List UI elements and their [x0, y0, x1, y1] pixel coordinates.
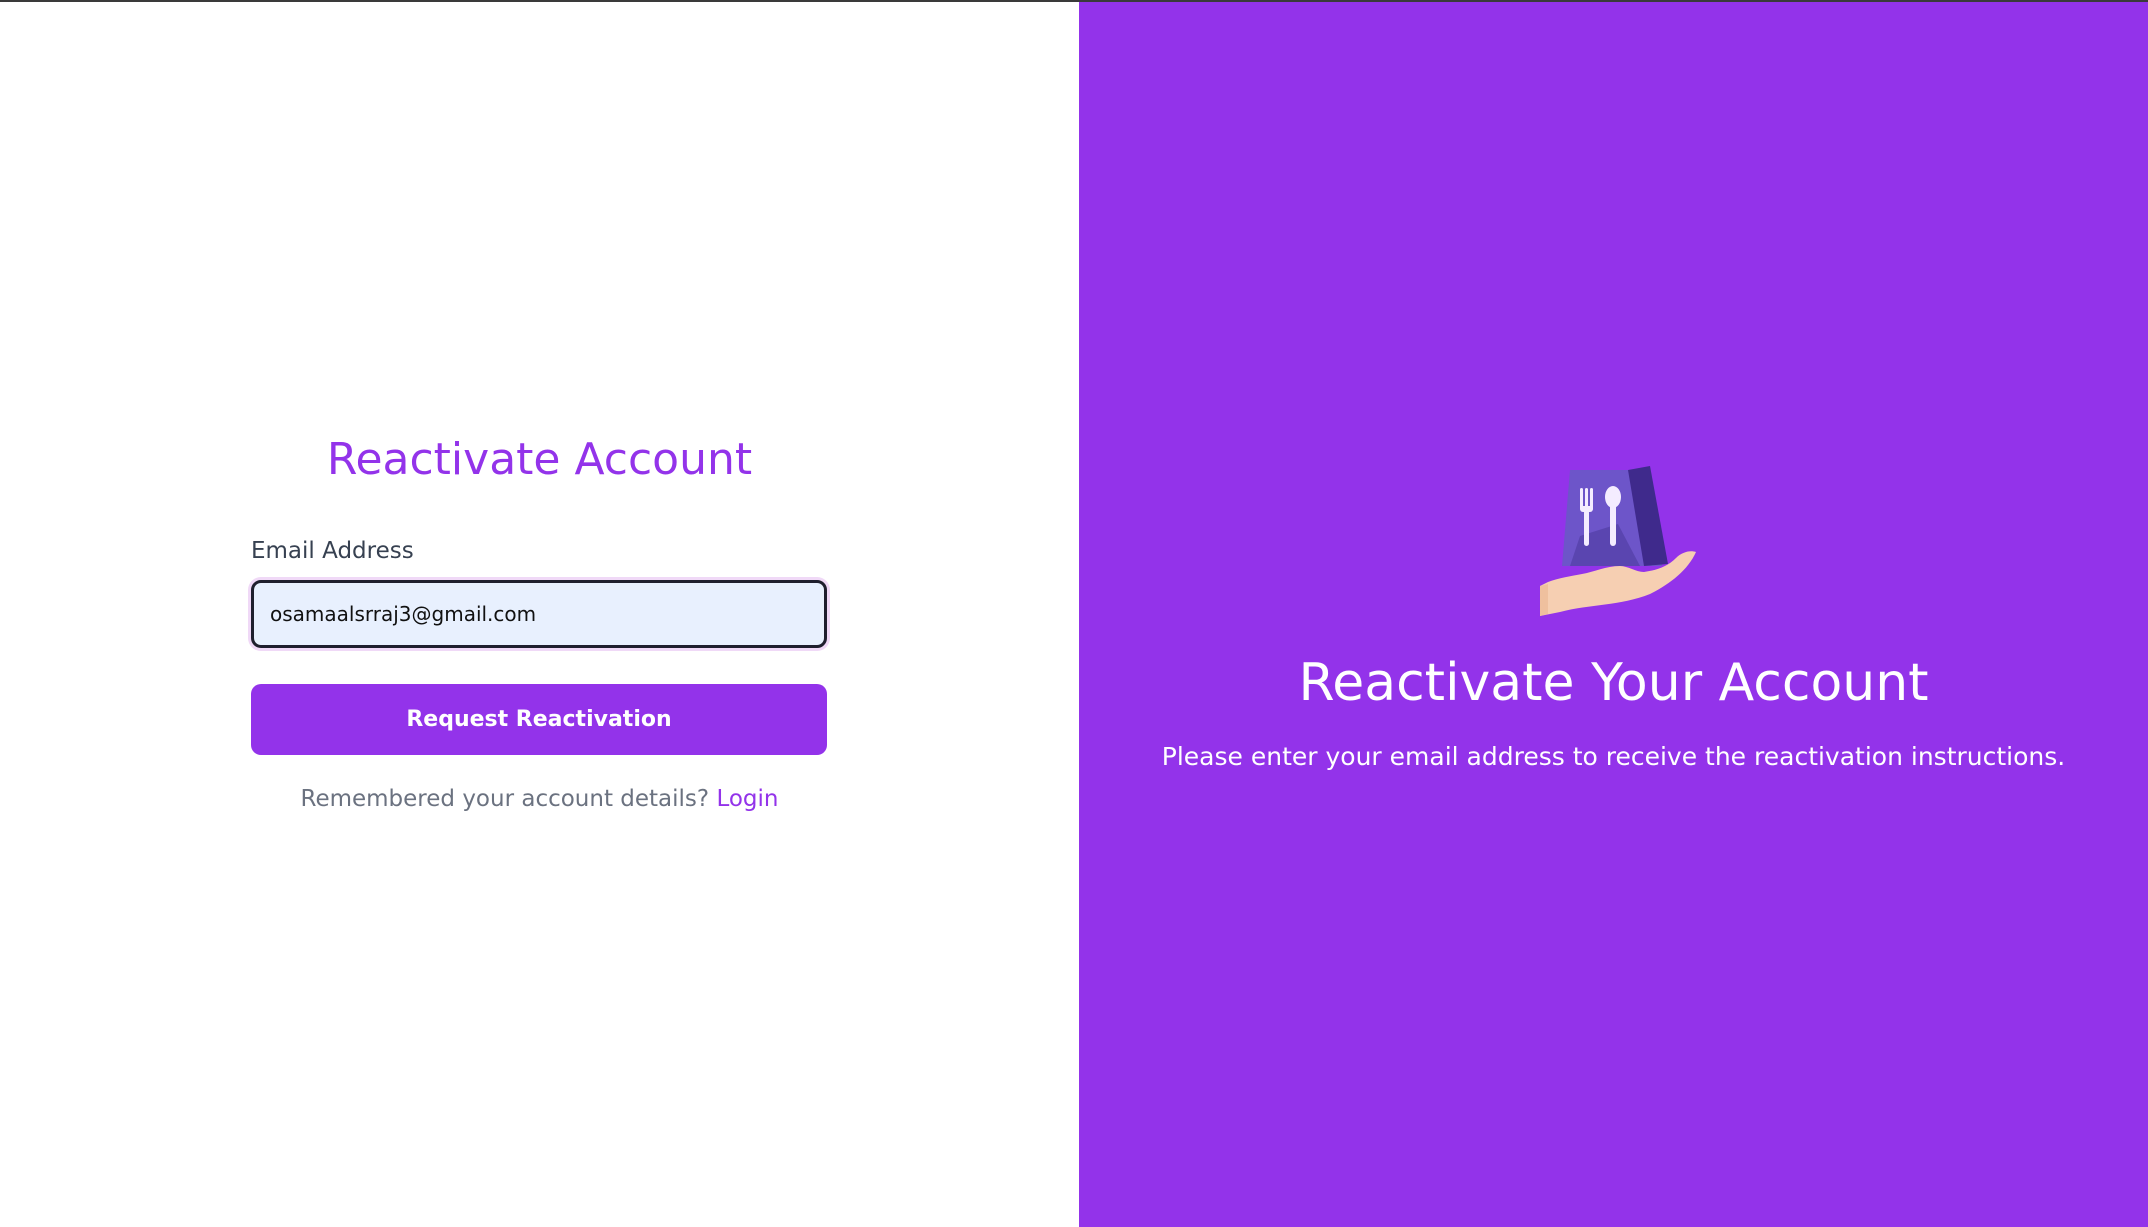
login-link[interactable]: Login: [716, 786, 778, 812]
promo-title: Reactivate Your Account: [1298, 653, 1929, 713]
food-delivery-bag-hand-icon: [1540, 466, 1696, 616]
email-label: Email Address: [251, 538, 414, 564]
promo-subtitle: Please enter your email address to recei…: [1161, 742, 2066, 771]
form-title: Reactivate Account: [326, 434, 753, 485]
request-reactivation-button[interactable]: Request Reactivation: [251, 684, 827, 755]
login-prompt-text: Remembered your account details?: [300, 786, 710, 812]
login-prompt-row: Remembered your account details? Login: [0, 783, 1079, 815]
form-panel: Reactivate Account Email Address Request…: [0, 2, 1079, 1227]
reactivate-page: Reactivate Account Email Address Request…: [0, 0, 2148, 1227]
email-input[interactable]: [251, 580, 827, 648]
